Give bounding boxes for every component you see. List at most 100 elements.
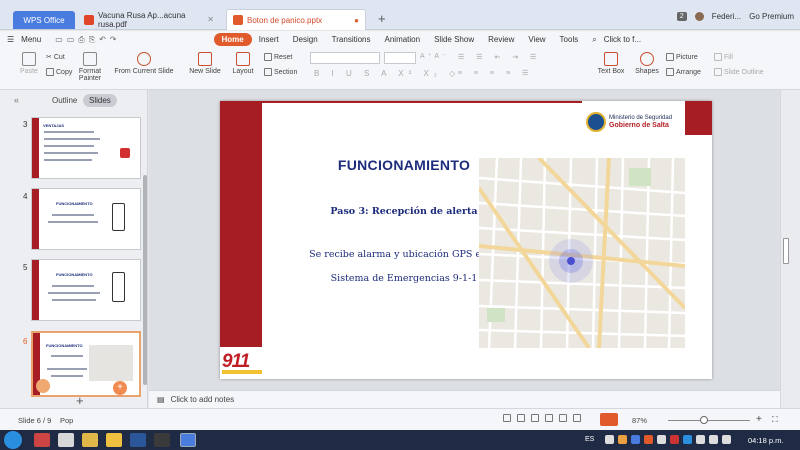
- canvas-scrollbar[interactable]: [780, 90, 800, 408]
- panel-scrollbar[interactable]: [143, 175, 147, 385]
- font-grow-shrink-icons[interactable]: A⁺A⁻: [420, 52, 449, 60]
- search-field[interactable]: Click to f...: [604, 35, 641, 44]
- tab-animation[interactable]: Animation: [378, 35, 428, 44]
- zoom-in-icon[interactable]: +: [756, 414, 762, 425]
- window-count-badge[interactable]: 2: [676, 12, 687, 21]
- arrange-button[interactable]: Arrange: [666, 68, 701, 76]
- font-family-select[interactable]: [310, 52, 380, 64]
- go-premium-link[interactable]: Go Premium: [749, 12, 794, 21]
- file-explorer-icon[interactable]: [106, 433, 122, 447]
- slide-sorter-icon[interactable]: [517, 414, 525, 422]
- split-view-icon[interactable]: [573, 414, 581, 422]
- tab-view[interactable]: View: [521, 35, 552, 44]
- tab-home[interactable]: Home: [213, 33, 252, 46]
- reset-button[interactable]: Reset: [264, 53, 292, 61]
- tab-wps-office[interactable]: WPS Office: [13, 11, 75, 29]
- tab-transitions[interactable]: Transitions: [325, 35, 378, 44]
- tray-icon[interactable]: [605, 435, 614, 444]
- layout-button[interactable]: Layout: [228, 52, 258, 75]
- close-icon[interactable]: ✕: [207, 15, 214, 24]
- search-icon[interactable]: ⌕: [585, 35, 603, 45]
- language-status[interactable]: Pop: [60, 416, 73, 425]
- notes-placeholder[interactable]: Click to add notes: [171, 395, 235, 404]
- unsaved-dot-icon[interactable]: ●: [354, 16, 359, 25]
- font-style-icons[interactable]: B I U S A X² X₂ ◇: [314, 69, 460, 78]
- new-tab-button[interactable]: +: [378, 11, 386, 26]
- tray-icon[interactable]: [683, 435, 692, 444]
- slide-outline-button[interactable]: Slide Outline: [714, 68, 764, 76]
- tab-design[interactable]: Design: [286, 35, 325, 44]
- user-avatar-icon[interactable]: [694, 12, 704, 21]
- shapes-label: Shapes: [635, 68, 659, 75]
- paragraph-list-icons[interactable]: ☰ ☰ ⇤ ⇥ ☰: [458, 53, 541, 61]
- slide-thumbnail-6[interactable]: FUNCIONAMIENTO +: [31, 331, 141, 397]
- tray-icon[interactable]: [618, 435, 627, 444]
- notes-pane[interactable]: ▤ Click to add notes: [149, 390, 780, 408]
- collapse-panel-icon[interactable]: «: [14, 95, 19, 105]
- tray-icon[interactable]: [657, 435, 666, 444]
- tab-pdf-document[interactable]: Vacuna Rusa Ap...acuna rusa.pdf ✕: [78, 9, 220, 30]
- tray-icon[interactable]: [644, 435, 653, 444]
- format-painter-button[interactable]: Format Painter: [76, 52, 104, 82]
- zoom-slider[interactable]: [668, 420, 750, 421]
- tab-review[interactable]: Review: [481, 35, 521, 44]
- chrome-icon[interactable]: [82, 433, 98, 447]
- outline-tab[interactable]: Outline: [52, 96, 77, 105]
- menu-button[interactable]: Menu: [21, 35, 48, 44]
- zoom-slider-knob[interactable]: [700, 416, 708, 424]
- clock[interactable]: 04:18 p.m.: [748, 436, 783, 445]
- tab-presentation[interactable]: Boton de panico.pptx ●: [226, 9, 366, 30]
- thumb-play-icon[interactable]: [36, 379, 50, 393]
- add-slide-button[interactable]: +: [76, 393, 84, 408]
- copy-button[interactable]: Copy: [46, 68, 72, 76]
- tab-slide-show[interactable]: Slide Show: [427, 35, 481, 44]
- wps-taskbar-icon[interactable]: [180, 433, 196, 447]
- tab-tools[interactable]: Tools: [553, 35, 586, 44]
- font-size-select[interactable]: [384, 52, 416, 64]
- paragraph-align-icons[interactable]: ≡ ≡ ≡ ≡ ☰: [458, 69, 533, 77]
- tray-icon[interactable]: [631, 435, 640, 444]
- slides-tab[interactable]: Slides: [83, 94, 117, 107]
- thumb-red-bar: [32, 260, 39, 320]
- system-tray-icons[interactable]: [605, 435, 740, 445]
- media-player-icon[interactable]: [34, 433, 50, 447]
- quick-access-icons[interactable]: ▭▭⎙⎘↶↷: [48, 35, 127, 45]
- hamburger-menu-icon[interactable]: ☰: [0, 35, 21, 44]
- fit-window-icon[interactable]: ⛶: [772, 415, 778, 425]
- grid-view-icon[interactable]: [559, 414, 567, 422]
- fill-button[interactable]: Fill: [714, 53, 733, 61]
- view-mode-icons[interactable]: [503, 414, 581, 422]
- shapes-button[interactable]: Shapes: [632, 52, 662, 75]
- normal-view-icon[interactable]: [503, 414, 511, 422]
- tab-insert[interactable]: Insert: [252, 35, 286, 44]
- section-button[interactable]: Section: [264, 68, 297, 76]
- tab-label: WPS Office: [23, 15, 65, 25]
- zoom-level[interactable]: 87%: [632, 416, 647, 425]
- thumb-add-icon[interactable]: +: [113, 381, 127, 395]
- internet-explorer-icon[interactable]: [58, 433, 74, 447]
- input-language[interactable]: ES: [585, 436, 594, 443]
- from-current-slide-button[interactable]: From Current Slide: [112, 52, 176, 75]
- edge-icon[interactable]: [154, 433, 170, 447]
- reading-view-icon[interactable]: [545, 414, 553, 422]
- slide-thumbnail-5[interactable]: FUNCIONAMIENTO: [31, 259, 141, 321]
- word-icon[interactable]: [130, 433, 146, 447]
- windows-start-icon[interactable]: [4, 431, 22, 449]
- current-slide[interactable]: Ministerio de Seguridad Gobierno de Salt…: [220, 101, 712, 379]
- user-name[interactable]: Federi...: [712, 12, 741, 21]
- flag-icon[interactable]: [696, 435, 705, 444]
- tray-icon[interactable]: [670, 435, 679, 444]
- slideshow-play-button[interactable]: [600, 413, 618, 426]
- volume-icon[interactable]: [722, 435, 731, 444]
- picture-button[interactable]: Picture: [666, 53, 698, 61]
- new-slide-button[interactable]: New Slide: [186, 52, 224, 75]
- slide-thumbnail-4[interactable]: FUNCIONAMIENTO: [31, 188, 141, 250]
- paste-button[interactable]: Paste: [18, 52, 40, 75]
- scroll-thumb[interactable]: [783, 238, 789, 264]
- text-box-button[interactable]: Text Box: [594, 52, 628, 75]
- notes-view-icon[interactable]: [531, 414, 539, 422]
- map-image[interactable]: [479, 158, 685, 348]
- cut-button[interactable]: ✂ Cut: [46, 53, 65, 62]
- network-icon[interactable]: [709, 435, 718, 444]
- slide-thumbnail-3[interactable]: VENTAJAS: [31, 117, 141, 179]
